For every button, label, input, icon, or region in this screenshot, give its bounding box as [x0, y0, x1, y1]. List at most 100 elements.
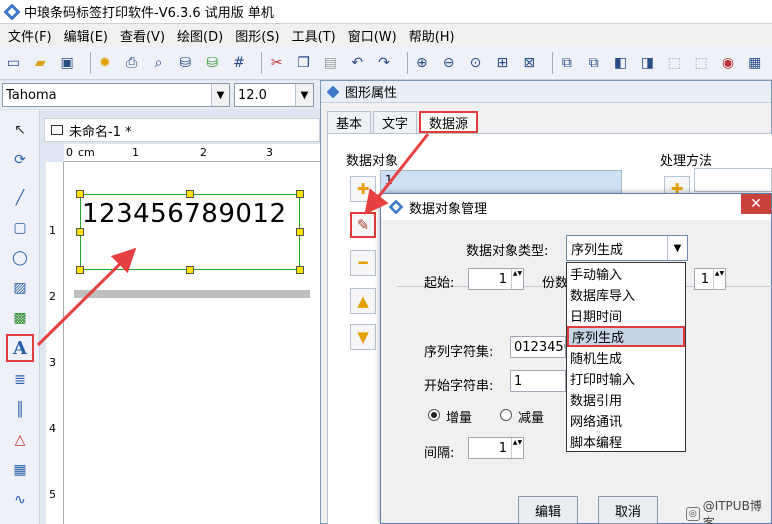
selection-box[interactable] [80, 194, 300, 270]
resize-handle[interactable] [186, 266, 194, 274]
open-folder-icon[interactable]: ▰ [31, 52, 50, 74]
resize-handle[interactable] [296, 190, 304, 198]
text-tool-icon[interactable]: A [6, 334, 34, 362]
document-tab[interactable]: 未命名-1 * [44, 118, 320, 142]
close-icon[interactable]: ✕ [741, 194, 771, 214]
edit-button[interactable]: 编辑 [518, 496, 578, 524]
remove-data-object-button[interactable]: ━ [350, 250, 376, 276]
copies-spinner[interactable]: 1 ▲▼ [694, 268, 726, 290]
tab-basic[interactable]: 基本 [327, 111, 372, 133]
grid-icon[interactable]: # [230, 52, 249, 74]
print-preview-icon[interactable]: ⌕ [149, 52, 168, 74]
menu-help[interactable]: 帮助(H) [403, 26, 461, 45]
cancel-button[interactable]: 取消 [598, 496, 658, 524]
font-family-select[interactable]: Tahoma ▼ [2, 83, 230, 107]
data-type-select[interactable]: 序列生成 ▼ [566, 235, 688, 261]
option-sequence[interactable]: 序列生成 [567, 326, 685, 347]
select-pointer-icon[interactable]: ↖ [8, 118, 32, 142]
cut-icon[interactable]: ✂ [267, 52, 286, 74]
menu-edit[interactable]: 编辑(E) [58, 26, 114, 45]
option-print-input[interactable]: 打印时输入 [567, 368, 685, 389]
charset-input[interactable]: 0123456789 [510, 336, 566, 358]
richtext-tool-icon[interactable]: ≣ [8, 368, 32, 392]
shape-tool-icon[interactable]: △ [8, 428, 32, 452]
start-spinner[interactable]: 1 ▲▼ [468, 268, 524, 290]
resize-handle[interactable] [76, 266, 84, 274]
chevron-down-icon[interactable]: ▼ [211, 84, 229, 106]
zoom-all-icon[interactable]: ⊠ [520, 52, 539, 74]
paste-icon[interactable]: ▤ [321, 52, 340, 74]
curve-tool-icon[interactable]: ∿ [8, 488, 32, 512]
menu-tools[interactable]: 工具(T) [286, 26, 342, 45]
settings-gear-icon[interactable]: ✹ [95, 52, 114, 74]
spinner-arrows-icon[interactable]: ▲▼ [511, 269, 523, 289]
rectangle-tool-icon[interactable]: ▢ [8, 216, 32, 240]
option-data-reference[interactable]: 数据引用 [567, 389, 685, 410]
line-tool-icon[interactable]: ╱ [8, 186, 32, 210]
qrcode-tool-icon[interactable]: ▦ [8, 458, 32, 482]
chevron-down-icon[interactable]: ▼ [295, 84, 313, 106]
rotate-tool-icon[interactable]: ⟳ [8, 148, 32, 172]
option-date-time[interactable]: 日期时间 [567, 305, 685, 326]
preview-eye-icon[interactable]: ◉ [719, 52, 738, 74]
option-script[interactable]: 脚本编程 [567, 431, 685, 452]
zoom-fit-icon[interactable]: ⊙ [466, 52, 485, 74]
save-icon[interactable]: ▣ [58, 52, 77, 74]
menu-file[interactable]: 文件(F) [2, 26, 58, 45]
data-object-item[interactable]: 1 [385, 173, 393, 187]
redo-icon[interactable]: ↷ [375, 52, 394, 74]
db-connect-icon[interactable]: ⛁ [203, 52, 222, 74]
resize-handle[interactable] [186, 190, 194, 198]
zoom-out-icon[interactable]: ⊖ [439, 52, 458, 74]
move-down-button[interactable]: ▼ [350, 324, 376, 350]
zoom-page-icon[interactable]: ⊞ [493, 52, 512, 74]
ruler-horizontal: 0 cm 1 2 3 [64, 144, 320, 162]
option-random[interactable]: 随机生成 [567, 347, 685, 368]
print-icon[interactable]: ⎙ [122, 52, 141, 74]
resize-handle[interactable] [296, 266, 304, 274]
resize-handle[interactable] [76, 190, 84, 198]
ungroup-icon[interactable]: ⧉ [584, 52, 603, 74]
picture-tool-icon[interactable]: ▩ [8, 306, 32, 330]
start-label: 起始: [424, 276, 455, 291]
distribute-icon[interactable]: ⬚ [692, 52, 711, 74]
menu-shape[interactable]: 图形(S) [229, 26, 285, 45]
decrement-radio[interactable] [500, 409, 512, 421]
increment-radio[interactable] [428, 409, 440, 421]
undo-icon[interactable]: ↶ [348, 52, 367, 74]
spinner-arrows-icon[interactable]: ▲▼ [713, 269, 725, 289]
zoom-in-icon[interactable]: ⊕ [412, 52, 431, 74]
group-icon[interactable]: ⧉ [557, 52, 576, 74]
edit-data-object-button[interactable]: ✎ [350, 212, 376, 238]
spinner-arrows-icon[interactable]: ▲▼ [511, 438, 523, 458]
ellipse-tool-icon[interactable]: ◯ [8, 246, 32, 270]
start-string-input[interactable]: 1 [510, 370, 566, 392]
option-manual-input[interactable]: 手动输入 [567, 263, 685, 284]
option-network[interactable]: 网络通讯 [567, 410, 685, 431]
copy-icon[interactable]: ❐ [294, 52, 313, 74]
processing-list[interactable] [694, 168, 772, 192]
move-up-button[interactable]: ▲ [350, 288, 376, 314]
menu-draw[interactable]: 绘图(D) [171, 26, 229, 45]
send-back-icon[interactable]: ◨ [638, 52, 657, 74]
resize-handle[interactable] [76, 228, 84, 236]
resize-handle[interactable] [296, 228, 304, 236]
chevron-down-icon[interactable]: ▼ [667, 236, 687, 260]
new-file-icon[interactable]: ▭ [4, 52, 23, 74]
interval-spinner[interactable]: 1 ▲▼ [468, 437, 524, 459]
font-size-select[interactable]: 12.0 ▼ [234, 83, 314, 107]
menu-window[interactable]: 窗口(W) [342, 26, 403, 45]
data-type-value: 序列生成 [571, 242, 624, 258]
image-tool-icon[interactable]: ▨ [8, 276, 32, 300]
bring-front-icon[interactable]: ◧ [611, 52, 630, 74]
ruler-tick-2: 2 [200, 146, 207, 159]
barcode-tool-icon[interactable]: ║ [8, 398, 32, 422]
menu-view[interactable]: 查看(V) [114, 26, 171, 45]
option-database-import[interactable]: 数据库导入 [567, 284, 685, 305]
align-icon[interactable]: ⬚ [665, 52, 684, 74]
tab-text[interactable]: 文字 [373, 111, 418, 133]
add-data-object-button[interactable]: ✚ [350, 176, 376, 202]
database-icon[interactable]: ⛁ [176, 52, 195, 74]
lock-icon[interactable]: ▦ [745, 52, 764, 74]
tab-data-source[interactable]: 数据源 [419, 111, 479, 133]
